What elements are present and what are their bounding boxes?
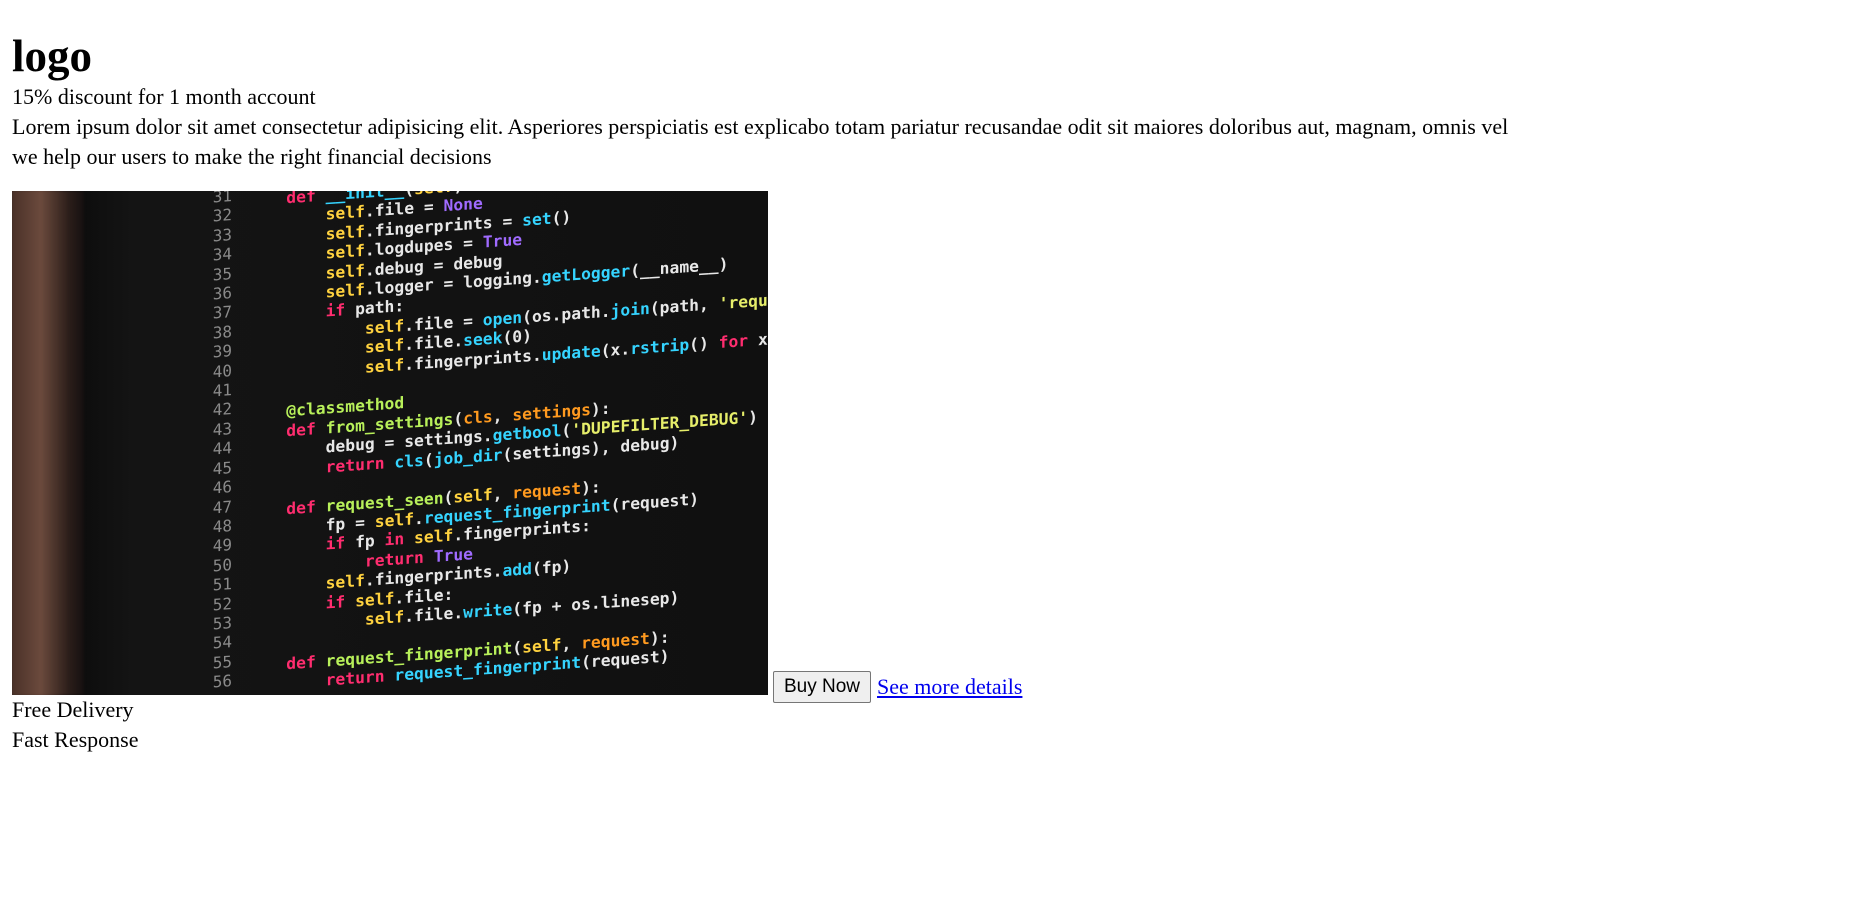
code-screenshot-image: 31 32 33 34 35 36 37 38 39 40 41 42 43 44 45 46 47 48 49 50…	[12, 191, 768, 695]
hero-row: 31 32 33 34 35 36 37 38 39 40 41 42 43 44 45 46 47 48 49 50…	[12, 191, 1864, 703]
tagline-text: we help our users to make the right fina…	[12, 144, 492, 169]
discount-text: 15% discount for 1 month account	[12, 84, 316, 109]
line-number: 56	[212, 671, 232, 692]
page: logo 15% discount for 1 month account Lo…	[0, 30, 1876, 755]
see-more-details-link[interactable]: See more details	[877, 674, 1022, 700]
feature-fast-response: Fast Response	[12, 727, 139, 752]
logo: logo	[12, 31, 93, 81]
buy-now-button[interactable]: Buy Now	[773, 671, 872, 703]
line-number-gutter: 31 32 33 34 35 36 37 38 39 40 41 42 43 44 45 46 47 48 49 50…	[162, 191, 232, 695]
laptop-bezel	[12, 191, 84, 695]
code-lines: def __init__(self, ...): self.file = Non…	[286, 191, 768, 690]
description-text: Lorem ipsum dolor sit amet consectetur a…	[12, 114, 1509, 139]
